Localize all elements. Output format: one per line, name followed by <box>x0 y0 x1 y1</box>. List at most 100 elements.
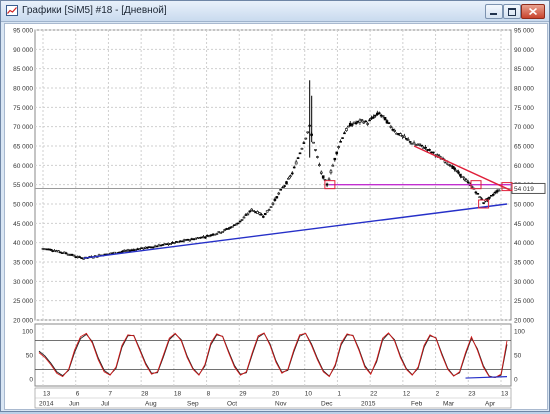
candle-body <box>236 222 240 225</box>
candle-body <box>292 166 296 169</box>
candle-body <box>304 137 308 140</box>
price-tick-label: 65 000 <box>13 144 33 151</box>
candle-body <box>300 147 304 150</box>
candle-body <box>350 124 354 126</box>
candle-body <box>337 146 340 148</box>
candle-body <box>327 178 331 181</box>
price-tick-label: 35 000 <box>514 260 534 267</box>
price-tick-label: 85 000 <box>514 66 534 73</box>
candle-body <box>393 130 397 132</box>
candle-body <box>466 181 470 184</box>
candle-body <box>497 189 501 192</box>
close-button[interactable] <box>521 4 545 19</box>
price-tick-label: 20 000 <box>514 318 534 325</box>
candle-body <box>204 236 207 239</box>
candle-body <box>478 196 482 199</box>
candle-body <box>329 170 333 174</box>
candle-body <box>285 181 288 185</box>
oscillator-tick-label: 0 <box>514 377 518 384</box>
candle-body <box>491 194 495 196</box>
price-tick-label: 35 000 <box>13 260 33 267</box>
candle-body <box>331 164 335 167</box>
x-month-label: Jul <box>101 401 110 408</box>
candle-body <box>488 196 491 199</box>
candle-body <box>234 223 238 226</box>
x-day-label: 10 <box>305 391 313 398</box>
candle-body <box>262 216 265 218</box>
close-icon <box>529 8 537 15</box>
candle-body <box>298 152 302 155</box>
candle-body <box>374 114 377 117</box>
current-price-label: 54 019 <box>514 186 534 193</box>
candle-body <box>424 146 427 149</box>
price-panel <box>34 29 512 321</box>
candle-body <box>252 210 255 212</box>
candle-body <box>240 219 244 221</box>
price-tick-label: 40 000 <box>13 240 33 247</box>
oscillator-tick-label: 0 <box>29 377 33 384</box>
x-month-label: Mar <box>443 401 455 408</box>
candle-body <box>345 128 348 132</box>
oscillator-tick-label: 50 <box>514 353 522 360</box>
candle-body <box>325 183 329 186</box>
candle-body <box>277 192 281 195</box>
x-day-label: 2 <box>436 391 440 398</box>
candle-body <box>360 119 364 121</box>
candle-body <box>248 210 252 213</box>
candle-body <box>377 112 381 115</box>
price-tick-label: 75 000 <box>514 105 534 112</box>
price-tick-label: 30 000 <box>13 279 33 286</box>
chart-svg[interactable]: 95 000 95 00090 000 90 00085 000 85 00080 0… <box>5 24 547 409</box>
x-day-label: 18 <box>174 391 182 398</box>
candle-body <box>312 141 315 144</box>
maximize-button[interactable] <box>503 4 521 19</box>
candle-body <box>267 209 271 211</box>
candle-body <box>406 139 410 141</box>
candle-body <box>418 143 422 146</box>
x-day-label: 8 <box>207 391 211 398</box>
oscillator-tick-label: 100 <box>514 329 525 336</box>
candle-body <box>269 206 273 208</box>
price-tick-label: 25 000 <box>13 298 33 305</box>
candle-body <box>169 243 172 246</box>
candle-body <box>432 151 435 154</box>
candle-body <box>462 177 466 181</box>
x-day-label: 28 <box>141 391 149 398</box>
x-day-label: 13 <box>43 391 51 398</box>
price-tick-label: 55 000 <box>13 182 33 189</box>
minimize-button[interactable] <box>485 4 503 19</box>
candle-body <box>221 231 225 233</box>
candle-body <box>283 185 286 187</box>
candle-body <box>306 131 310 134</box>
x-month-label: Nov <box>275 401 287 408</box>
candle-body <box>368 119 371 122</box>
candle-body <box>215 233 219 235</box>
candle-body <box>318 164 321 166</box>
price-tick-label: 80 000 <box>514 86 534 93</box>
chart-app-icon <box>6 5 18 16</box>
candle-body <box>263 213 267 216</box>
candle-body <box>366 123 369 125</box>
candle-body <box>64 252 68 255</box>
candle-body <box>464 179 468 182</box>
candle-body <box>260 213 263 216</box>
price-tick-label: 40 000 <box>514 240 534 247</box>
candle-body <box>405 137 408 140</box>
candle-body <box>316 156 319 158</box>
x-day-label: 20 <box>272 391 280 398</box>
candle-body <box>271 202 275 205</box>
candle-body <box>246 213 250 216</box>
chart-area[interactable]: 95 000 95 000 90 000 90 000 85 000 85 000 80 0… <box>4 23 548 410</box>
candle-body <box>459 173 462 177</box>
price-tick-label: 60 000 <box>514 163 534 170</box>
candle-body <box>319 171 323 174</box>
x-day-label: 13 <box>501 391 509 398</box>
price-tick-label: 60 000 <box>13 163 33 170</box>
price-tick-label: 45 000 <box>514 221 534 228</box>
price-tick-label: 85 000 <box>13 66 33 73</box>
title-bar[interactable]: Графики [SiM5] #18 - [Дневной] <box>1 1 549 22</box>
candle-body <box>428 149 431 151</box>
candle-body <box>294 161 298 165</box>
candle-body <box>339 141 342 143</box>
x-month-label: Apr <box>485 401 496 408</box>
